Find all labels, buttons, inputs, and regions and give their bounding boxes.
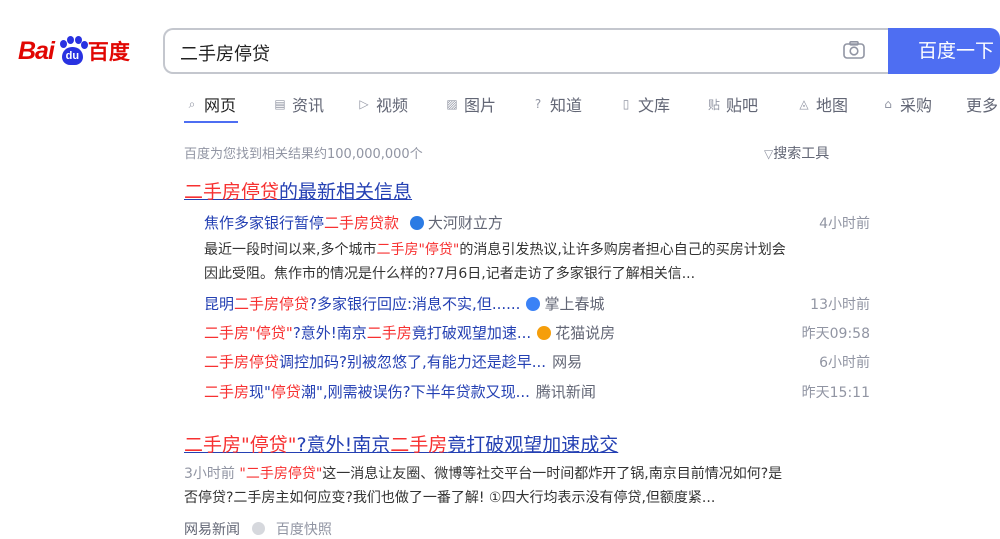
result-source: 网易新闻 [184, 522, 240, 538]
active-tab-underline [184, 121, 238, 123]
tab-7[interactable]: ◬ 地图 [796, 92, 848, 116]
snapshot-link[interactable]: 百度快照 [276, 522, 332, 538]
doc-icon: ▯ [622, 97, 630, 111]
tab-label: 采购 [900, 96, 933, 115]
question-icon: ? [534, 97, 542, 111]
tab-8[interactable]: ⌂ 采购 [880, 92, 932, 116]
news-item[interactable]: 二手房现"停贷潮",刚需被误伤?下半年贷款又现... 腾讯新闻 [204, 381, 596, 402]
search-icon: ⌕ [188, 96, 196, 111]
result-time: 3小时前 [184, 466, 235, 482]
news-time: 昨天15:11 [801, 385, 870, 401]
tab-label: 知道 [550, 96, 583, 115]
source-logo-icon [409, 216, 424, 230]
search-button[interactable]: 百度一下 [888, 28, 1000, 74]
logo-baidu-cn: 百度 [87, 41, 130, 64]
filter-icon: ▽ [764, 147, 774, 161]
tab-label: 资讯 [292, 96, 325, 115]
logo-bai-text: Bai [18, 36, 55, 65]
tab-label: 文库 [638, 96, 671, 115]
source-logo-icon [537, 326, 552, 340]
news-icon: ▤ [274, 97, 286, 111]
tab-label: 视频 [376, 96, 409, 115]
search-box[interactable] [163, 28, 888, 74]
image-icon: ▨ [446, 97, 458, 111]
news-block-title[interactable]: 二手房停贷的最新相关信息 [184, 177, 412, 204]
tab-4[interactable]: ? 知道 [530, 92, 582, 116]
tab-9[interactable]: 更多 [966, 92, 998, 116]
news-lead-snippet: 最近一段时间以来,多个城市二手房"停贷"的消息引发热议,让许多购房者担心自己的买… [204, 242, 786, 282]
search-tools-button[interactable]: ▽搜索工具 [764, 143, 829, 163]
news-source: 大河财立方 [409, 214, 503, 232]
tab-label: 地图 [816, 96, 849, 115]
news-time: 6小时前 [819, 355, 870, 371]
news-item[interactable]: 二手房停贷调控加码?别被忽悠了,有能力还是趁早... 网易 [204, 351, 582, 372]
paw-icon: du [57, 36, 88, 66]
news-source: 腾讯新闻 [535, 383, 596, 401]
camera-icon[interactable] [843, 41, 865, 59]
news-lead-title[interactable]: 焦作多家银行暂停二手房贷款 大河财立方 [204, 212, 503, 233]
map-icon: ◬ [799, 97, 809, 111]
search-input[interactable]: 二手房停贷 [180, 40, 270, 66]
tab-label: 网页 [204, 96, 237, 115]
tab-label: 贴吧 [726, 96, 759, 115]
news-time: 4小时前 [819, 216, 870, 232]
news-source: 花猫说房 [537, 324, 615, 342]
news-source: 掌上春城 [526, 295, 604, 313]
news-item[interactable]: 二手房"停贷"?意外!南京二手房竟打破观望加速... 花猫说房 [204, 322, 615, 343]
news-source: 网易 [552, 353, 583, 371]
tieba-icon: 贴 [707, 97, 720, 112]
tab-6[interactable]: 贴贴吧 [706, 92, 758, 116]
baidu-logo[interactable]: Bai du 百度 [18, 28, 130, 74]
news-item[interactable]: 昆明二手房停贷?多家银行回应:消息不实,但...... 掌上春城 [204, 293, 604, 314]
news-time: 昨天09:58 [801, 326, 870, 342]
news-time: 13小时前 [810, 297, 870, 313]
result-title[interactable]: 二手房"停贷"?意外!南京二手房竟打破观望加速成交 [184, 430, 618, 457]
result-count: 百度为您找到相关结果约100,000,000个 [184, 147, 423, 162]
result-snippet: 3小时前 "二手房停贷"这一消息让友圈、微博等社交平台一时间都炸开了锅,南京目前… [184, 466, 783, 506]
tab-5[interactable]: ▯ 文库 [618, 92, 670, 116]
snapshot-icon [252, 522, 266, 535]
tab-1[interactable]: ▤ 资讯 [272, 92, 324, 116]
video-icon: ▷ [359, 97, 369, 111]
shop-icon: ⌂ [884, 97, 892, 111]
tab-2[interactable]: ▷ 视频 [356, 92, 408, 116]
tab-3[interactable]: ▨ 图片 [444, 92, 496, 116]
tab-0[interactable]: ⌕ 网页 [184, 92, 236, 116]
tab-label: 更多 [966, 96, 999, 115]
source-logo-icon [526, 297, 541, 311]
result-source-row: 网易新闻 百度快照 [184, 519, 332, 539]
tab-label: 图片 [464, 96, 497, 115]
